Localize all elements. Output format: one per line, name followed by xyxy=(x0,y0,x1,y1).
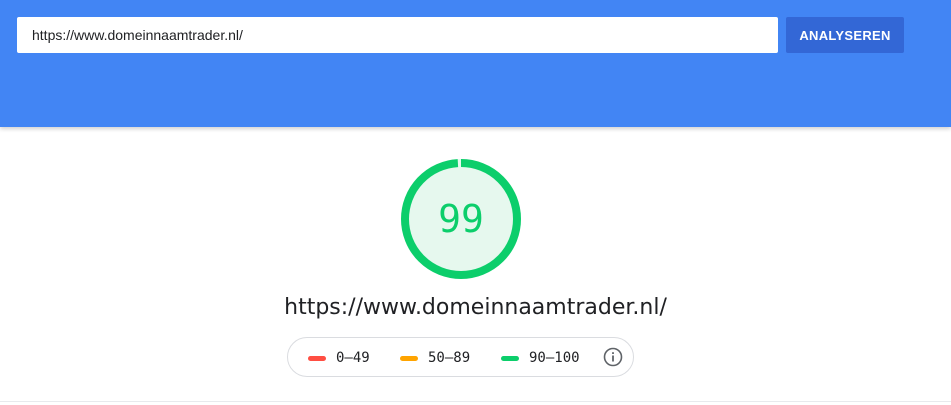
legend-swatch-pass xyxy=(501,355,519,361)
info-icon[interactable] xyxy=(603,347,623,367)
legend-item-fail: 0–49 xyxy=(308,338,370,378)
tested-url: https://www.domeinnaamtrader.nl/ xyxy=(284,295,667,320)
legend-label-fail: 0–49 xyxy=(336,350,370,366)
score-legend: 0–49 50–89 90–100 xyxy=(287,337,634,377)
header-bar: ANALYSEREN xyxy=(0,0,951,127)
legend-swatch-fail xyxy=(308,355,326,361)
legend-label-pass: 90–100 xyxy=(529,350,580,366)
score-value: 99 xyxy=(438,197,484,241)
analyze-button[interactable]: ANALYSEREN xyxy=(786,17,904,53)
bottom-divider xyxy=(0,401,951,402)
performance-score-gauge: 99 xyxy=(400,158,522,280)
legend-item-average: 50–89 xyxy=(400,338,470,378)
legend-item-pass: 90–100 xyxy=(501,338,580,378)
legend-swatch-average xyxy=(400,355,418,361)
legend-label-average: 50–89 xyxy=(428,350,471,366)
url-input[interactable] xyxy=(17,17,778,53)
